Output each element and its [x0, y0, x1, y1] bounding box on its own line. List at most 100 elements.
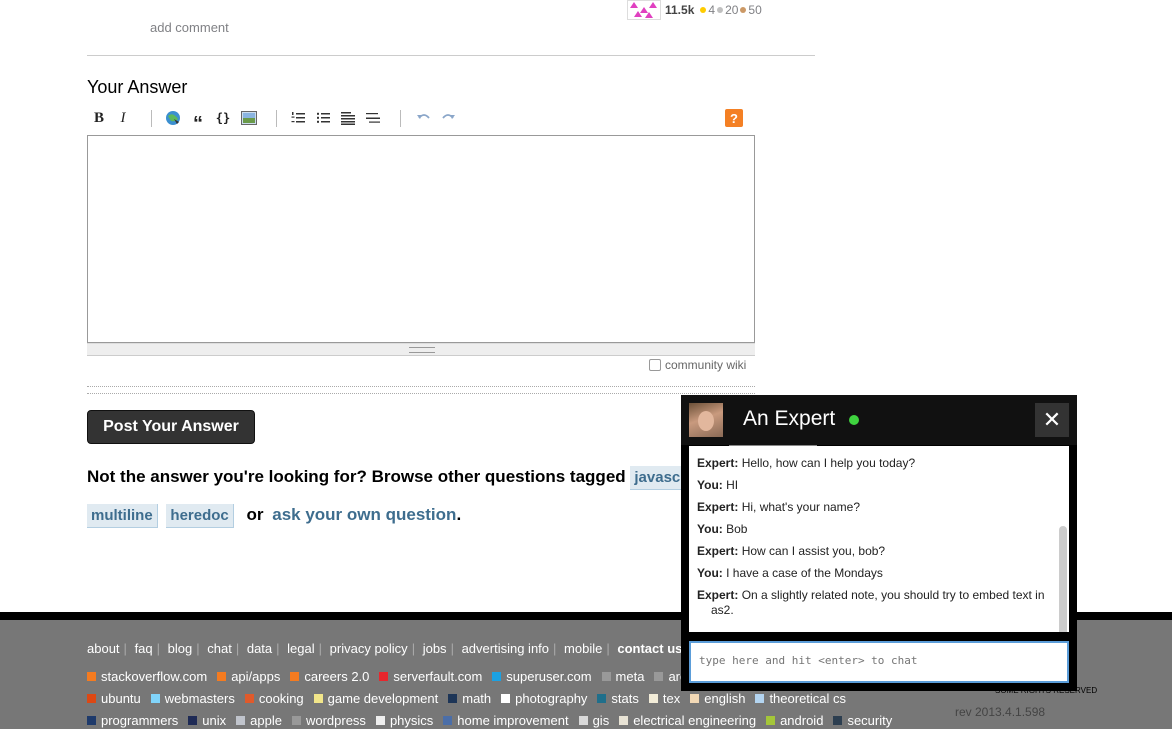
- heading-icon: [341, 112, 355, 125]
- site-color-icon: [492, 672, 502, 681]
- heading-button[interactable]: [338, 108, 358, 128]
- site-link[interactable]: security: [833, 713, 892, 728]
- horizontal-rule-button[interactable]: [363, 108, 383, 128]
- site-link[interactable]: theoretical cs: [755, 691, 846, 706]
- add-comment-link[interactable]: add comment: [150, 20, 229, 35]
- site-link[interactable]: electrical engineering: [619, 713, 756, 728]
- expert-avatar: [689, 403, 723, 437]
- site-link[interactable]: unix: [188, 713, 226, 728]
- site-color-icon: [291, 716, 301, 725]
- chat-header: An Expert ✕: [681, 395, 1077, 445]
- site-color-icon: [150, 694, 160, 703]
- online-status-icon: [849, 415, 859, 425]
- footer-link-chat[interactable]: chat: [207, 641, 232, 656]
- site-link[interactable]: programmers: [87, 713, 178, 728]
- chat-log[interactable]: Expert: Hello, how can I help you today?…: [689, 446, 1069, 632]
- site-name: superuser.com: [506, 669, 592, 684]
- answer-textarea[interactable]: [87, 135, 755, 343]
- chat-input[interactable]: [697, 653, 1061, 668]
- bulleted-list-button[interactable]: [313, 108, 333, 128]
- site-color-icon: [188, 716, 198, 725]
- site-name: meta: [615, 669, 645, 684]
- site-link[interactable]: meta: [601, 669, 645, 684]
- footer-link-privacy[interactable]: privacy policy: [330, 641, 408, 656]
- footer-link-legal[interactable]: legal: [287, 641, 314, 656]
- chat-scrollbar[interactable]: [1059, 526, 1067, 632]
- tag-heredoc[interactable]: heredoc: [166, 504, 234, 528]
- footer-link-about[interactable]: about: [87, 641, 120, 656]
- site-name: api/apps: [231, 669, 281, 684]
- footer-link-mobile[interactable]: mobile: [564, 641, 602, 656]
- hyperlink-button[interactable]: [163, 108, 183, 128]
- chat-input-box[interactable]: [689, 641, 1069, 683]
- footer-link-faq[interactable]: faq: [135, 641, 153, 656]
- site-link[interactable]: home improvement: [443, 713, 569, 728]
- site-link[interactable]: gis: [578, 713, 609, 728]
- chat-close-button[interactable]: ✕: [1035, 403, 1069, 437]
- site-name: stackoverflow.com: [101, 669, 208, 684]
- user-avatar[interactable]: [627, 0, 661, 20]
- footer-link-data[interactable]: data: [247, 641, 272, 656]
- footer-separator: |: [606, 641, 610, 656]
- image-button[interactable]: [239, 108, 259, 128]
- footer-separator: |: [123, 641, 127, 656]
- site-color-icon: [290, 672, 300, 681]
- chat-widget: An Expert ✕ Expert: Hello, how can I hel…: [681, 395, 1077, 691]
- tag-multiline[interactable]: multiline: [87, 504, 158, 528]
- site-color-icon: [379, 672, 389, 681]
- site-link[interactable]: english: [690, 691, 745, 706]
- site-link[interactable]: game development: [313, 691, 438, 706]
- footer-link-advertising[interactable]: advertising info: [462, 641, 549, 656]
- site-link[interactable]: android: [766, 713, 823, 728]
- sites-row-1: stackoverflow.com api/apps careers 2.0 s…: [87, 669, 723, 684]
- site-link[interactable]: apple: [236, 713, 282, 728]
- footer-link-blog[interactable]: blog: [168, 641, 193, 656]
- post-answer-button[interactable]: Post Your Answer: [87, 410, 255, 444]
- toolbar-separator: [400, 110, 401, 127]
- editor-toolbar: B I “ {} ?: [87, 108, 747, 135]
- site-link[interactable]: stats: [597, 691, 639, 706]
- site-link[interactable]: serverfault.com: [379, 669, 482, 684]
- ask-question-link[interactable]: ask your own question: [272, 505, 456, 524]
- blockquote-button[interactable]: “: [188, 108, 208, 135]
- resize-grip[interactable]: [87, 343, 755, 356]
- community-wiki-option[interactable]: community wiki: [649, 358, 746, 372]
- bulleted-list-icon: [317, 112, 330, 123]
- footer-separator: |: [156, 641, 161, 656]
- preview-separator: [87, 386, 755, 394]
- site-name: android: [780, 713, 824, 728]
- site-name: english: [704, 691, 746, 706]
- site-name: security: [847, 713, 893, 728]
- numbered-list-button[interactable]: [288, 108, 308, 128]
- site-link[interactable]: superuser.com: [492, 669, 592, 684]
- redo-button[interactable]: [438, 108, 458, 128]
- site-color-icon: [87, 672, 96, 681]
- bold-button[interactable]: B: [89, 108, 109, 128]
- footer-separator: |: [450, 641, 454, 656]
- site-link[interactable]: photography: [501, 691, 587, 706]
- site-name: electrical engineering: [633, 713, 757, 728]
- site-link[interactable]: stackoverflow.com: [87, 669, 207, 684]
- code-sample-button[interactable]: {}: [213, 108, 233, 128]
- numbered-list-icon: [291, 112, 305, 123]
- site-color-icon: [375, 716, 385, 725]
- site-link[interactable]: tex: [648, 691, 680, 706]
- site-link[interactable]: webmasters: [150, 691, 235, 706]
- footer-links: about | faq | blog | chat | data | legal | pri…: [87, 641, 754, 656]
- site-link[interactable]: ubuntu: [87, 691, 141, 706]
- footer-link-contact[interactable]: contact us: [617, 641, 682, 656]
- community-wiki-checkbox[interactable]: [649, 359, 661, 371]
- site-link[interactable]: physics: [375, 713, 433, 728]
- site-link[interactable]: api/apps: [217, 669, 280, 684]
- undo-button[interactable]: [414, 108, 434, 128]
- toolbar-separator: [276, 110, 277, 127]
- editor-help-button[interactable]: ?: [725, 109, 743, 127]
- site-link[interactable]: careers 2.0: [290, 669, 369, 684]
- site-color-icon: [619, 716, 629, 725]
- footer-link-jobs[interactable]: jobs: [423, 641, 447, 656]
- footer-separator: |: [318, 641, 323, 656]
- site-link[interactable]: wordpress: [291, 713, 366, 728]
- site-link[interactable]: math: [448, 691, 491, 706]
- italic-button[interactable]: I: [113, 108, 133, 128]
- site-link[interactable]: cooking: [244, 691, 304, 706]
